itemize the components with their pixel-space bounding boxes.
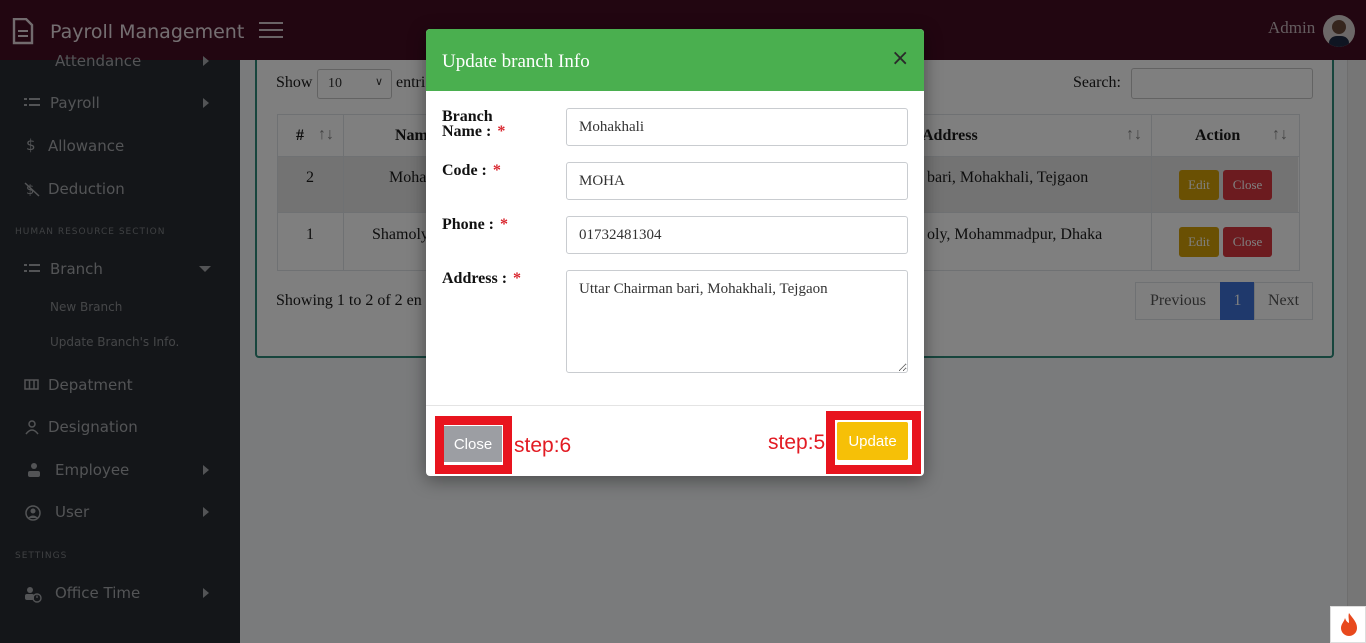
update-button[interactable]: Update [837,422,908,460]
code-input[interactable] [566,162,908,200]
step5-label: step:5 [768,431,826,454]
modal-header: Update branch Info × [426,29,924,91]
address-label: Address : * [442,270,522,287]
update-branch-modal: Update branch Info × Branch Name :* Code… [426,29,924,476]
modal-divider [426,405,924,406]
code-label: Code : * [442,162,501,179]
branch-name-label: Branch Name : * [442,108,506,140]
flame-icon[interactable] [1330,606,1366,643]
phone-label: Phone : * [442,216,508,233]
step6-label: step:6 [514,434,572,457]
branch-name-input[interactable] [566,108,908,146]
close-icon[interactable]: × [891,46,909,71]
address-textarea[interactable]: Uttar Chairman bari, Mohakhali, Tejgaon [566,270,908,373]
phone-input[interactable] [566,216,908,254]
close-button[interactable]: Close [444,426,502,462]
modal-title: Update branch Info [442,51,590,72]
